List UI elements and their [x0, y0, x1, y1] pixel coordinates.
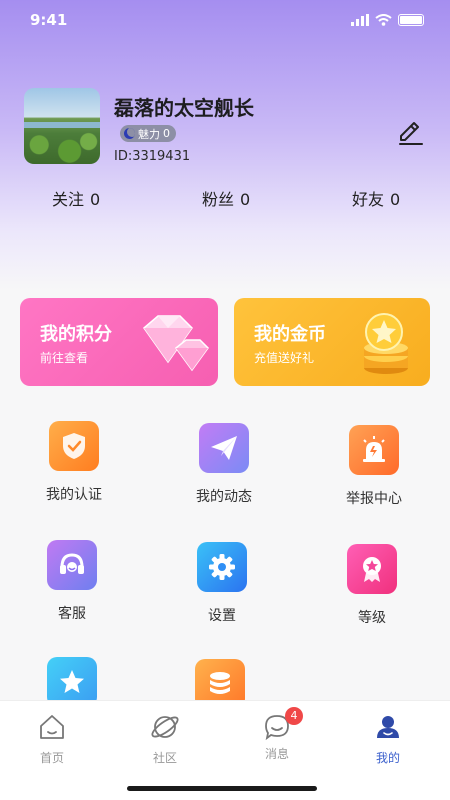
coins-subtitle: 充值送好礼 — [254, 351, 315, 365]
shield-check-icon — [49, 421, 99, 471]
stat-fans[interactable]: 粉丝 0 — [202, 186, 250, 210]
user-icon — [377, 716, 399, 738]
home-icon — [40, 715, 64, 739]
tab-label: 社区 — [152, 751, 177, 765]
charm-value: 0 — [163, 127, 170, 140]
stat-value: 0 — [240, 190, 251, 209]
wifi-icon — [375, 14, 392, 26]
stat-value: 0 — [90, 190, 101, 209]
stat-following[interactable]: 关注 0 — [52, 186, 100, 210]
menu-item-level[interactable]: 等级 — [312, 544, 432, 634]
points-subtitle: 前往查看 — [40, 351, 89, 365]
tab-label: 首页 — [39, 751, 64, 765]
alarm-icon — [349, 425, 399, 475]
signal-icon — [351, 14, 369, 26]
paper-plane-icon — [199, 423, 249, 473]
menu-label: 举报中心 — [346, 491, 402, 507]
bottom-tab-bar: 首页 社区 4 消息 我的 — [0, 700, 450, 800]
edit-icon[interactable] — [396, 118, 426, 148]
menu-label: 我的动态 — [196, 489, 252, 505]
moon-icon — [124, 128, 135, 139]
headset-icon — [47, 540, 97, 590]
points-card[interactable]: 我的积分 前往查看 — [20, 298, 218, 386]
tab-mine[interactable]: 我的 — [348, 713, 428, 773]
coins-card[interactable]: 我的金币 充值送好礼 — [234, 298, 430, 386]
stat-label: 好友 — [352, 190, 385, 209]
menu-item-settings[interactable]: 设置 — [162, 542, 282, 632]
status-time: 9:41 — [30, 11, 68, 29]
gold-coin-icon — [364, 313, 408, 374]
nickname: 磊落的太空舰长 — [114, 96, 254, 120]
tab-home[interactable]: 首页 — [12, 713, 92, 773]
tab-community[interactable]: 社区 — [125, 713, 205, 773]
menu-item-report-center[interactable]: 举报中心 — [314, 425, 434, 515]
menu-item-posts[interactable]: 我的动态 — [164, 423, 284, 513]
unread-badge: 4 — [285, 707, 303, 725]
menu-label: 设置 — [208, 608, 236, 624]
points-title: 我的积分 — [40, 324, 112, 345]
coins-title: 我的金币 — [254, 324, 326, 345]
stat-value: 0 — [390, 190, 401, 209]
status-icons — [351, 14, 424, 26]
charm-label: 魅力 — [138, 127, 160, 141]
menu-label: 等级 — [358, 610, 386, 626]
user-id: ID:3319431 — [114, 149, 191, 164]
status-bar: 9:41 — [0, 0, 450, 40]
stats-row: 关注 0 粉丝 0 好友 0 — [0, 186, 450, 216]
planet-icon — [151, 716, 179, 738]
medal-icon — [347, 544, 397, 594]
menu-item-customer-service[interactable]: 客服 — [12, 540, 132, 630]
profile-header: 磊落的太空舰长 魅力 0 ID:3319431 — [24, 88, 426, 168]
home-indicator — [127, 786, 317, 791]
tab-messages[interactable]: 4 消息 — [237, 707, 317, 773]
avatar[interactable] — [24, 88, 100, 164]
menu-label: 我的认证 — [46, 487, 102, 503]
menu-label: 客服 — [58, 606, 86, 622]
battery-icon — [398, 14, 424, 26]
stat-label: 关注 — [52, 190, 85, 209]
menu-item-certification[interactable]: 我的认证 — [14, 421, 134, 511]
chat-icon: 4 — [263, 707, 303, 741]
diamond-icon — [142, 315, 209, 372]
charm-badge: 魅力 0 — [120, 125, 176, 142]
stat-friends[interactable]: 好友 0 — [352, 186, 400, 210]
tab-label: 我的 — [375, 751, 400, 765]
stat-label: 粉丝 — [202, 190, 235, 209]
avatar-trees — [24, 132, 100, 164]
tab-label: 消息 — [264, 747, 289, 761]
gear-icon — [197, 542, 247, 592]
avatar-water — [24, 122, 100, 128]
